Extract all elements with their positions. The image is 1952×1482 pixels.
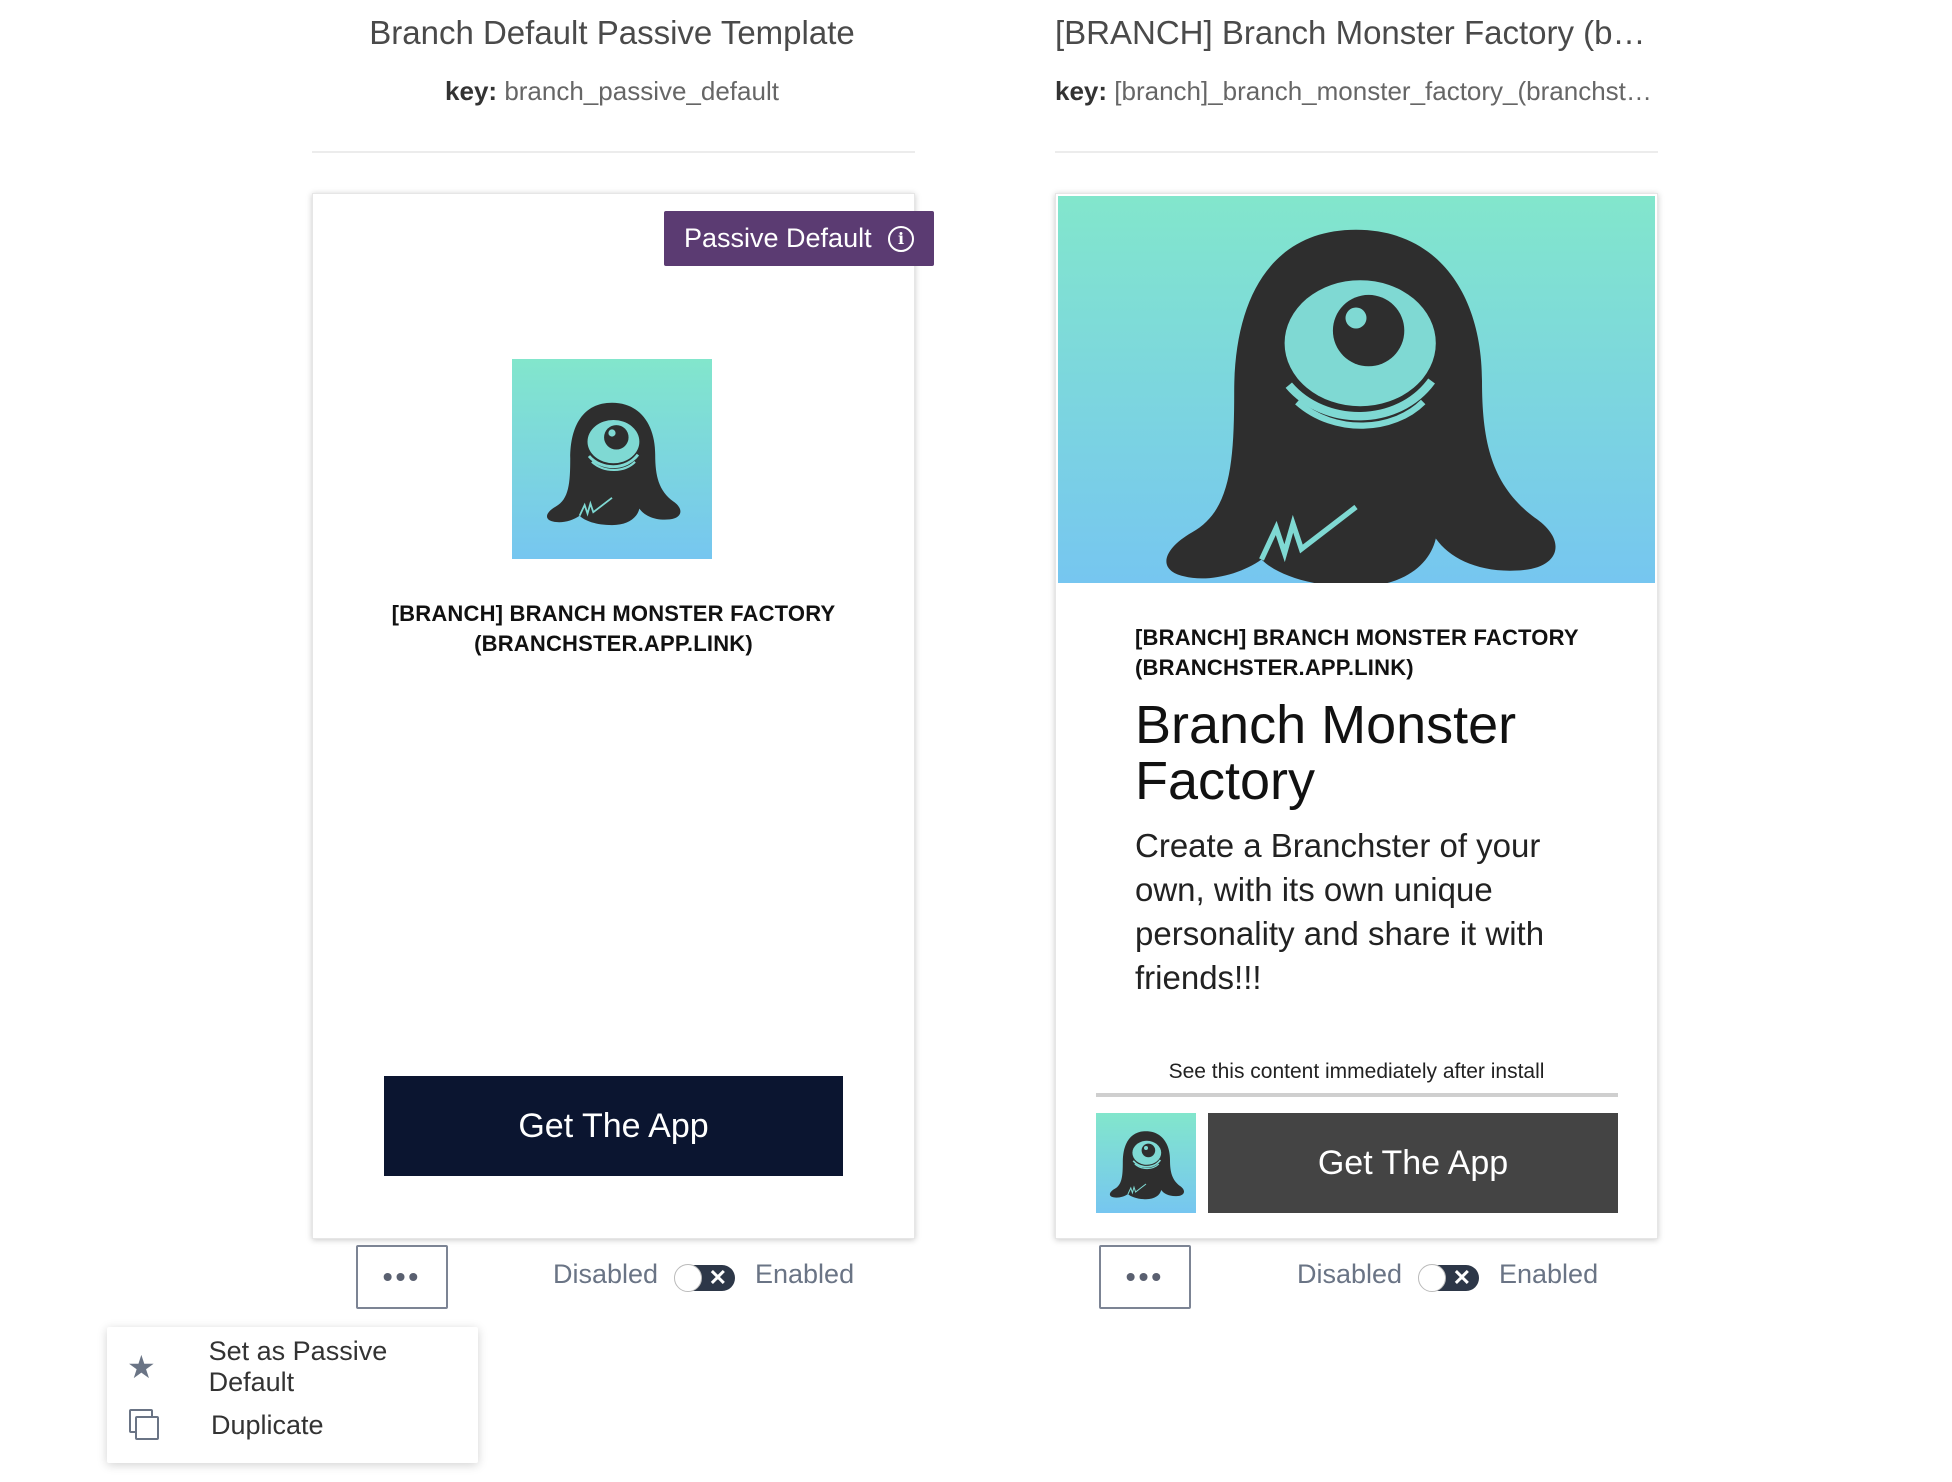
divider [1096, 1093, 1618, 1097]
monster-icon [540, 390, 684, 534]
enable-toggle[interactable]: ✕ [674, 1264, 735, 1292]
key-label: key: [1055, 76, 1108, 106]
install-note: See this content immediately after insta… [1168, 1060, 1545, 1083]
toggle-knob [1418, 1264, 1446, 1292]
app-name-line1: [BRANCH] BRANCH MONSTER FACTORY [391, 601, 836, 626]
app-icon [1096, 1113, 1196, 1213]
star-icon: ★ [127, 1349, 156, 1385]
more-options-button[interactable]: ••• [356, 1245, 448, 1309]
headline: Branch Monster Factory [1135, 695, 1517, 811]
toggle-knob [674, 1264, 702, 1292]
info-icon[interactable]: i [888, 225, 914, 252]
template-title: [BRANCH] Branch Monster Factory (branchs… [1055, 14, 1655, 51]
hero-image [1058, 196, 1655, 583]
menu-item-label: Duplicate [211, 1409, 324, 1440]
app-icon [512, 359, 712, 559]
divider [1055, 151, 1658, 153]
key-label: key: [445, 76, 498, 106]
more-options-button[interactable]: ••• [1099, 1245, 1191, 1309]
menu-item-set-passive-default[interactable]: ★ Set as Passive Default [127, 1336, 478, 1397]
get-app-button[interactable]: Get The App [384, 1076, 843, 1176]
template-preview-card[interactable]: [BRANCH] BRANCH MONSTER FACTORY (BRANCHS… [1055, 193, 1658, 1239]
passive-default-badge[interactable]: Passive Default i [664, 211, 934, 266]
template-preview-card[interactable]: [BRANCH] BRANCH MONSTER FACTORY (BRANCHS… [312, 193, 915, 1239]
menu-item-duplicate[interactable]: Duplicate [127, 1405, 324, 1445]
duplicate-icon [127, 1409, 173, 1441]
description: Create a Branchster of your own, with it… [1135, 827, 1545, 996]
divider [312, 151, 915, 153]
toggle-enabled-label: Enabled [755, 1259, 855, 1289]
toggle-disabled-label: Disabled [1297, 1259, 1403, 1289]
app-name-line2: (BRANCHSTER.APP.LINK) [474, 631, 753, 656]
app-name-line1: [BRANCH] BRANCH MONSTER FACTORY [1135, 625, 1579, 650]
toggle-disabled-label: Disabled [553, 1259, 659, 1289]
monster-icon [1146, 196, 1566, 583]
badge-label: Passive Default [684, 223, 872, 253]
close-icon: ✕ [1452, 1265, 1471, 1290]
template-title: Branch Default Passive Template [369, 14, 855, 51]
app-name-line2: (BRANCHSTER.APP.LINK) [1135, 655, 1414, 680]
template-key: key: branch_passive_default [312, 76, 912, 107]
enable-toggle[interactable]: ✕ [1418, 1264, 1479, 1292]
template-key: key: [branch]_branch_monster_factory_(br… [1055, 76, 1655, 107]
get-app-button[interactable]: Get The App [1208, 1113, 1618, 1213]
key-value: branch_passive_default [504, 76, 779, 106]
app-name: [BRANCH] BRANCH MONSTER FACTORY (BRANCHS… [313, 599, 914, 659]
monster-icon [1106, 1124, 1186, 1204]
app-name: [BRANCH] BRANCH MONSTER FACTORY (BRANCHS… [1135, 623, 1635, 683]
key-value: [branch]_branch_monster_factory_(branchs… [1114, 76, 1655, 106]
close-icon: ✕ [708, 1265, 727, 1290]
toggle-enabled-label: Enabled [1499, 1259, 1599, 1289]
menu-item-label: Set as Passive Default [208, 1336, 388, 1397]
more-options-menu: ★ Set as Passive Default Duplicate [107, 1327, 478, 1463]
